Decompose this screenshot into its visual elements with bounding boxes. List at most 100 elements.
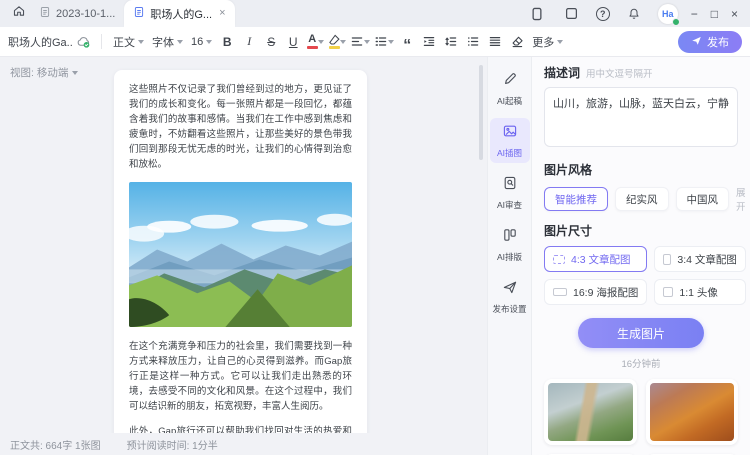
unordered-list-button[interactable] <box>462 31 484 52</box>
paragraph-style-select[interactable]: 正文 <box>109 32 148 52</box>
ratio-portrait-icon <box>663 254 671 265</box>
tab-label: 2023-10-1... <box>56 8 115 20</box>
highlighter-icon <box>328 34 340 49</box>
blockquote-button[interactable]: “ <box>396 31 418 52</box>
ratio-wide-icon <box>553 288 567 296</box>
image-size-options: 4:3 文章配图 3:4 文章配图 16:9 海报配图 1:1 头像 <box>544 246 738 305</box>
underline-button[interactable]: U <box>282 31 304 52</box>
formatting-toolbar: 职场人的Ga... 正文 字体 16 B I S U A <box>0 27 750 57</box>
editor-column: 视图: 移动端 这些照片不仅记录了我们曾经到过的地方，更见证了我们的成长和变化。… <box>0 57 487 455</box>
chevron-down-icon <box>364 40 370 44</box>
clear-format-button[interactable] <box>506 31 528 52</box>
tab-label: 职场人的G... <box>150 6 212 22</box>
size-option-label: 4:3 文章配图 <box>571 252 631 267</box>
generated-images-grid <box>544 379 738 455</box>
align-left-icon <box>350 35 364 48</box>
ai-illustration-panel: 描述词 用中文逗号隔开 山川，旅游，山脉，蓝天白云，宁静 图片风格 智能推荐 纪… <box>532 57 750 455</box>
help-icon[interactable]: ? <box>596 7 610 21</box>
read-time: 预计阅读时间: 1分半 <box>127 437 218 452</box>
image-icon <box>502 123 518 144</box>
font-color-button[interactable]: A <box>304 31 326 52</box>
image-style-options: 智能推荐 纪实风 中国风 展开 <box>544 185 738 213</box>
line-spacing-button[interactable] <box>440 31 462 52</box>
description-label: 描述词 <box>544 64 580 81</box>
align-button[interactable] <box>348 31 372 52</box>
window-layout-icon[interactable] <box>561 4 583 24</box>
more-label: 更多 <box>532 34 554 50</box>
home-button[interactable] <box>8 4 30 24</box>
sidebar-item-ai-review[interactable]: AI审查 <box>490 170 530 215</box>
font-size-value: 16 <box>191 36 203 48</box>
font-size-select[interactable]: 16 <box>187 34 216 50</box>
word-count: 正文共: 664字 1张图 <box>10 437 101 452</box>
chevron-down-icon <box>388 40 394 44</box>
editor-scrollbar[interactable] <box>479 65 483 160</box>
size-option-16-9[interactable]: 16:9 海报配图 <box>544 279 647 305</box>
generate-image-button[interactable]: 生成图片 <box>578 318 704 348</box>
indent-button[interactable] <box>418 31 440 52</box>
generated-image-orange-mountains[interactable] <box>646 379 739 445</box>
image-size-label: 图片尺寸 <box>544 222 738 239</box>
paragraph[interactable]: 在这个充满竞争和压力的社会里，我们需要找到一种方式来释放压力，让自己的心灵得到滋… <box>129 339 352 414</box>
chevron-down-icon <box>72 71 78 75</box>
notifications-bell-icon[interactable] <box>623 4 645 24</box>
ordered-list-button[interactable] <box>372 31 396 52</box>
tab-document-2-active[interactable]: 职场人的G... × <box>124 0 234 27</box>
article-mountain-image[interactable] <box>129 182 352 327</box>
justify-icon <box>488 35 502 48</box>
style-option-chinese[interactable]: 中国风 <box>676 187 730 211</box>
pencil-icon <box>502 71 518 92</box>
tab-document-1[interactable]: 2023-10-1... <box>30 0 124 27</box>
paragraph[interactable]: 此外，Gap旅行还可以帮助我们找回对生活的热爱和激情。在旅途中，我们会发现自己曾… <box>129 424 352 433</box>
document-page[interactable]: 这些照片不仅记录了我们曾经到过的地方，更见证了我们的成长和变化。每一张照片都是一… <box>114 70 367 433</box>
user-avatar[interactable]: Ha <box>658 4 678 24</box>
description-input[interactable]: 山川，旅游，山脉，蓝天白云，宁静 <box>544 87 738 147</box>
italic-button[interactable]: I <box>238 31 260 52</box>
paragraph[interactable]: 这些照片不仅记录了我们曾经到过的地方，更见证了我们的成长和变化。每一张照片都是一… <box>129 82 352 172</box>
sidebar-item-ai-illustration[interactable]: AI插图 <box>490 118 530 163</box>
generated-image-great-wall[interactable] <box>544 379 637 445</box>
sidebar-item-label: AI排版 <box>497 251 522 263</box>
maximize-button[interactable]: □ <box>711 8 718 20</box>
size-option-4-3[interactable]: 4:3 文章配图 <box>544 246 647 272</box>
sidebar-item-label: AI起稿 <box>497 95 522 107</box>
minimize-button[interactable]: − <box>691 8 698 20</box>
document-search-icon <box>502 175 518 196</box>
sidebar-item-label: AI审查 <box>497 199 522 211</box>
close-button[interactable]: × <box>731 8 738 20</box>
strikethrough-button[interactable]: S <box>260 31 282 52</box>
sidebar-item-ai-layout[interactable]: AI排版 <box>490 222 530 267</box>
thumbnail-image <box>548 383 633 441</box>
view-mode-select[interactable]: 视图: 移动端 <box>10 65 78 80</box>
ratio-landscape-icon <box>553 255 565 264</box>
home-icon <box>12 4 26 23</box>
editor-canvas[interactable]: 视图: 移动端 这些照片不仅记录了我们曾经到过的地方，更见证了我们的成长和变化。… <box>0 57 487 433</box>
sidebar-item-ai-draft[interactable]: AI起稿 <box>490 66 530 111</box>
font-color-icon: A <box>307 34 318 49</box>
style-option-documentary[interactable]: 纪实风 <box>615 187 669 211</box>
mobile-preview-icon[interactable] <box>526 4 548 24</box>
chevron-down-icon <box>138 40 144 44</box>
justify-button[interactable] <box>484 31 506 52</box>
highlight-color-button[interactable] <box>326 31 348 52</box>
main-area: 视图: 移动端 这些照片不仅记录了我们曾经到过的地方，更见证了我们的成长和变化。… <box>0 57 750 455</box>
line-spacing-icon <box>444 35 458 48</box>
style-option-smart[interactable]: 智能推荐 <box>544 187 608 211</box>
publish-label: 发布 <box>707 34 729 50</box>
bold-button[interactable]: B <box>216 31 238 52</box>
more-menu-button[interactable]: 更多 <box>528 32 567 52</box>
sidebar-item-publish-settings[interactable]: 发布设置 <box>490 274 530 319</box>
expand-link[interactable]: 展开 <box>736 185 746 213</box>
description-hint: 用中文逗号隔开 <box>586 66 653 80</box>
tab-close-icon[interactable]: × <box>219 8 225 19</box>
chevron-down-icon <box>340 40 346 44</box>
chevron-down-icon <box>318 40 324 44</box>
font-family-select[interactable]: 字体 <box>148 32 187 52</box>
publish-button[interactable]: 发布 <box>678 31 742 53</box>
size-option-3-4[interactable]: 3:4 文章配图 <box>654 246 746 272</box>
thumbnail-image <box>650 383 735 441</box>
size-option-1-1[interactable]: 1:1 头像 <box>654 279 746 305</box>
ai-tools-sidebar: AI起稿 AI插图 AI审查 AI排版 发布设置 <box>487 57 532 455</box>
indent-icon <box>422 35 436 48</box>
statusbar: 正文共: 664字 1张图 预计阅读时间: 1分半 <box>0 433 487 455</box>
